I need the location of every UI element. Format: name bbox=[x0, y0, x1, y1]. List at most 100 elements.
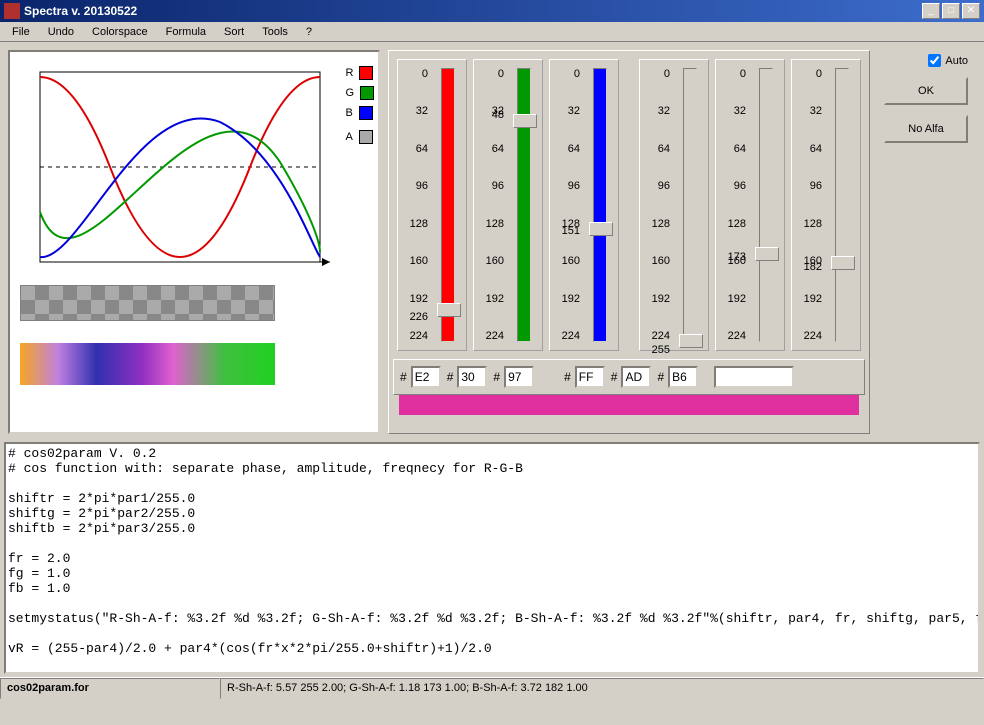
hash-input-4[interactable] bbox=[621, 366, 651, 388]
menu-tools[interactable]: Tools bbox=[254, 24, 296, 40]
slider-tick: 128 bbox=[474, 218, 504, 230]
graph-panel: R G B A bbox=[8, 50, 380, 434]
slider-3[interactable]: 0326496128160192224255 bbox=[639, 59, 709, 351]
menu-help[interactable]: ? bbox=[298, 24, 320, 40]
auto-checkbox[interactable] bbox=[928, 54, 941, 67]
slider-tick: 64 bbox=[640, 143, 670, 155]
menu-undo[interactable]: Undo bbox=[40, 24, 82, 40]
slider-tick: 192 bbox=[640, 293, 670, 305]
hash-symbol: # bbox=[657, 370, 664, 384]
hash-symbol: # bbox=[400, 370, 407, 384]
slider-value-label: 173 bbox=[728, 251, 746, 263]
legend-swatch-r bbox=[359, 66, 373, 80]
slider-4[interactable]: 0326496128160192224173 bbox=[715, 59, 785, 351]
window-title: Spectra v. 20130522 bbox=[24, 4, 922, 18]
menu-bar: File Undo Colorspace Formula Sort Tools … bbox=[0, 22, 984, 42]
slider-tick: 224 bbox=[640, 330, 670, 342]
color-hex-display[interactable] bbox=[714, 366, 794, 388]
slider-tick: 128 bbox=[398, 218, 428, 230]
slider-value-label: 182 bbox=[804, 261, 822, 273]
status-filename: cos02param.for bbox=[0, 678, 220, 699]
hash-symbol: # bbox=[564, 370, 571, 384]
slider-tick: 96 bbox=[398, 180, 428, 192]
slider-tick: 224 bbox=[398, 330, 428, 342]
menu-colorspace[interactable]: Colorspace bbox=[84, 24, 156, 40]
slider-tick: 64 bbox=[474, 143, 504, 155]
slider-value-label: 226 bbox=[410, 311, 428, 323]
hash-input-0[interactable] bbox=[411, 366, 441, 388]
legend-swatch-b bbox=[359, 106, 373, 120]
slider-track[interactable] bbox=[441, 68, 455, 342]
menu-file[interactable]: File bbox=[4, 24, 38, 40]
slider-thumb[interactable] bbox=[679, 334, 703, 348]
slider-1[interactable]: 032649612816019222448 bbox=[473, 59, 543, 351]
legend-label-r: R bbox=[345, 67, 353, 79]
auto-label: Auto bbox=[945, 55, 968, 67]
hash-input-3[interactable] bbox=[575, 366, 605, 388]
slider-tick: 192 bbox=[474, 293, 504, 305]
slider-tick: 64 bbox=[716, 143, 746, 155]
hash-input-5[interactable] bbox=[668, 366, 698, 388]
slider-tick: 64 bbox=[550, 143, 580, 155]
slider-value-label: 255 bbox=[652, 344, 670, 356]
slider-tick: 224 bbox=[474, 330, 504, 342]
slider-track[interactable] bbox=[835, 68, 849, 342]
slider-tick: 32 bbox=[716, 105, 746, 117]
slider-track[interactable] bbox=[593, 68, 607, 342]
slider-thumb[interactable] bbox=[513, 114, 537, 128]
app-icon bbox=[4, 3, 20, 19]
menu-formula[interactable]: Formula bbox=[158, 24, 214, 40]
sliders-panel: 0 32 64 96 128 160 192 224 226 0 32 64 96 128 160 192 22… bbox=[388, 50, 870, 434]
slider-tick: 0 bbox=[640, 68, 670, 80]
code-editor[interactable] bbox=[4, 442, 980, 674]
slider-track[interactable] bbox=[759, 68, 773, 342]
slider-tick: 64 bbox=[398, 143, 428, 155]
legend-swatch-a bbox=[359, 130, 373, 144]
menu-sort[interactable]: Sort bbox=[216, 24, 252, 40]
slider-tick: 32 bbox=[550, 105, 580, 117]
gradient-preview bbox=[20, 343, 275, 385]
slider-tick: 224 bbox=[792, 330, 822, 342]
slider-thumb[interactable] bbox=[589, 222, 613, 236]
slider-tick: 64 bbox=[792, 143, 822, 155]
checker-preview bbox=[20, 285, 275, 321]
hash-symbol: # bbox=[611, 370, 618, 384]
slider-tick: 160 bbox=[550, 255, 580, 267]
slider-tick: 160 bbox=[640, 255, 670, 267]
slider-thumb[interactable] bbox=[831, 256, 855, 270]
slider-tick: 160 bbox=[474, 255, 504, 267]
legend-swatch-g bbox=[360, 86, 374, 100]
slider-tick: 192 bbox=[398, 293, 428, 305]
wave-graph bbox=[20, 62, 340, 277]
close-button[interactable]: ✕ bbox=[962, 3, 980, 19]
slider-tick: 96 bbox=[792, 180, 822, 192]
ok-button[interactable]: OK bbox=[884, 77, 968, 105]
maximize-button[interactable]: □ bbox=[942, 3, 960, 19]
slider-tick: 0 bbox=[398, 68, 428, 80]
slider-2[interactable]: 0326496128160192224151 bbox=[549, 59, 619, 351]
hash-row: ###### bbox=[393, 359, 865, 395]
legend-label-b: B bbox=[345, 107, 352, 119]
slider-tick: 128 bbox=[716, 218, 746, 230]
slider-tick: 32 bbox=[792, 105, 822, 117]
slider-tick: 192 bbox=[716, 293, 746, 305]
title-bar: Spectra v. 20130522 _ □ ✕ bbox=[0, 0, 984, 22]
slider-track[interactable] bbox=[517, 68, 531, 342]
slider-tick: 224 bbox=[716, 330, 746, 342]
slider-tick: 0 bbox=[792, 68, 822, 80]
slider-tick: 0 bbox=[550, 68, 580, 80]
status-bar: cos02param.for R-Sh-A-f: 5.57 255 2.00; … bbox=[0, 677, 984, 699]
slider-thumb[interactable] bbox=[437, 303, 461, 317]
slider-track[interactable] bbox=[683, 68, 697, 342]
slider-tick: 96 bbox=[716, 180, 746, 192]
minimize-button[interactable]: _ bbox=[922, 3, 940, 19]
slider-tick: 192 bbox=[550, 293, 580, 305]
noalfa-button[interactable]: No Alfa bbox=[884, 115, 968, 143]
slider-thumb[interactable] bbox=[755, 247, 779, 261]
slider-tick: 96 bbox=[640, 180, 670, 192]
hash-input-2[interactable] bbox=[504, 366, 534, 388]
hash-input-1[interactable] bbox=[457, 366, 487, 388]
legend-label-a: A bbox=[345, 131, 352, 143]
slider-0[interactable]: 0326496128160192224226 bbox=[397, 59, 467, 351]
slider-5[interactable]: 0326496128160192224182 bbox=[791, 59, 861, 351]
